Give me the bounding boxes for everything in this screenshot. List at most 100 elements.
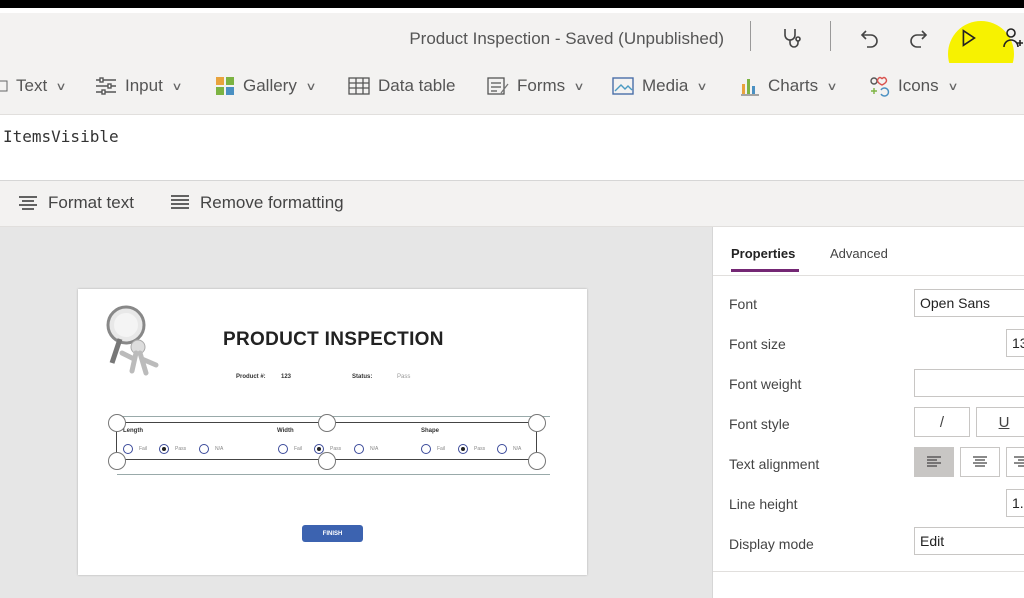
radio-label: Fail: [294, 446, 303, 452]
ribbon-forms-label: Forms: [517, 76, 566, 95]
prop-label-font-weight: Font weight: [729, 376, 802, 392]
radio-label: Fail: [139, 446, 148, 452]
ribbon-text-label: Text: [16, 76, 48, 95]
product-label: Product #:: [236, 374, 266, 380]
remove-formatting-icon: [171, 195, 189, 209]
radio-label: N/A: [215, 446, 224, 452]
align-center-icon: [973, 456, 987, 467]
underline-button[interactable]: U: [976, 407, 1024, 437]
prop-label-text-alignment: Text alignment: [729, 456, 820, 472]
status-value: Pass: [397, 374, 411, 380]
display-mode-dropdown[interactable]: Edit: [914, 527, 1024, 555]
ribbon-input-label: Input: [125, 76, 163, 95]
media-icon: [612, 77, 634, 95]
status-label: Status:: [352, 374, 373, 380]
title-bar: Product Inspection - Saved (Unpublished): [0, 13, 1024, 87]
ribbon-icons-label: Icons: [898, 76, 939, 95]
format-text-icon: [19, 196, 37, 210]
format-text-button[interactable]: Format text: [18, 193, 134, 213]
radio-shape-fail[interactable]: [421, 444, 431, 454]
canvas-area: PRODUCT INSPECTION Product #: 123 Status…: [0, 227, 712, 598]
ribbon-gallery-label: Gallery: [243, 76, 297, 95]
app-title: Product Inspection - Saved (Unpublished): [409, 29, 724, 48]
tab-advanced[interactable]: Advanced: [830, 246, 888, 261]
font-dropdown[interactable]: Open Sans: [914, 289, 1024, 317]
remove-formatting-button[interactable]: Remove formatting: [170, 193, 344, 213]
line-height-input[interactable]: 1.: [1006, 489, 1024, 517]
magnifier-robot-image: [106, 305, 159, 376]
prop-label-display-mode: Display mode: [729, 536, 814, 552]
chevron-down-icon: ∨: [696, 80, 708, 93]
align-left-icon: [927, 456, 941, 467]
ribbon-media[interactable]: Media ∨: [612, 73, 708, 99]
insert-ribbon: Text ∨ Input ∨ Gallery ∨ Data table Form…: [0, 63, 1024, 115]
chevron-down-icon: ∨: [305, 80, 317, 93]
finish-button[interactable]: FINISH: [302, 525, 363, 542]
chevron-down-icon: ∨: [826, 80, 838, 93]
radio-length-fail[interactable]: [123, 444, 133, 454]
ribbon-icons[interactable]: Icons ∨: [868, 73, 959, 99]
input-sliders-icon: [96, 77, 116, 95]
radio-length-na[interactable]: [199, 444, 209, 454]
icons-icon: [870, 76, 890, 97]
align-right-button[interactable]: [1006, 447, 1024, 477]
charts-icon: [741, 79, 759, 96]
radio-label: Pass: [474, 446, 486, 452]
font-size-input[interactable]: 13: [1006, 329, 1024, 357]
radio-shape-pass[interactable]: [458, 444, 468, 454]
italic-button[interactable]: /: [914, 407, 970, 437]
tab-properties[interactable]: Properties: [731, 246, 795, 261]
undo-icon[interactable]: [855, 23, 885, 53]
column-header-length: Length: [123, 428, 143, 434]
app-screen-preview[interactable]: PRODUCT INSPECTION Product #: 123 Status…: [78, 289, 587, 575]
redo-icon[interactable]: [903, 23, 933, 53]
play-icon[interactable]: [953, 23, 983, 53]
format-bar: Format text Remove formatting: [0, 181, 1024, 227]
ribbon-data-table-label: Data table: [378, 76, 456, 95]
resize-handle[interactable]: [108, 414, 126, 432]
inspection-title: PRODUCT INSPECTION: [223, 329, 444, 350]
chevron-down-icon: ∨: [947, 80, 959, 93]
window-top-border: [0, 0, 1024, 13]
align-left-button[interactable]: [914, 447, 954, 477]
ribbon-charts[interactable]: Charts ∨: [740, 73, 838, 99]
ribbon-gallery[interactable]: Gallery ∨: [215, 73, 317, 99]
radio-length-pass[interactable]: [159, 444, 169, 454]
text-label-icon: [0, 80, 8, 92]
divider: [713, 571, 1024, 572]
radio-label: Pass: [330, 446, 342, 452]
radio-width-fail[interactable]: [278, 444, 288, 454]
ribbon-forms[interactable]: Forms ∨: [487, 73, 585, 99]
radio-label: N/A: [513, 446, 522, 452]
radio-label: Pass: [175, 446, 187, 452]
resize-handle[interactable]: [318, 452, 336, 470]
formula-text[interactable]: ItemsVisible: [3, 127, 119, 146]
resize-handle[interactable]: [528, 452, 546, 470]
ribbon-input[interactable]: Input ∨: [95, 73, 183, 99]
divider: [713, 275, 1024, 276]
resize-handle[interactable]: [318, 414, 336, 432]
divider: [830, 21, 831, 51]
ribbon-data-table[interactable]: Data table: [348, 73, 456, 99]
gallery-icon: [216, 77, 234, 95]
radio-width-na[interactable]: [354, 444, 364, 454]
align-center-button[interactable]: [960, 447, 1000, 477]
format-text-label: Format text: [48, 193, 134, 212]
share-user-icon[interactable]: [998, 23, 1024, 53]
data-table-icon: [348, 77, 370, 95]
formula-bar[interactable]: ItemsVisible: [0, 116, 1024, 181]
remove-formatting-label: Remove formatting: [200, 193, 344, 212]
chevron-down-icon: ∨: [171, 80, 183, 93]
ribbon-text[interactable]: Text ∨: [0, 73, 67, 99]
radio-shape-na[interactable]: [497, 444, 507, 454]
font-weight-dropdown[interactable]: [914, 369, 1024, 397]
active-tab-indicator: [731, 269, 799, 272]
prop-label-font-size: Font size: [729, 336, 786, 352]
column-header-shape: Shape: [421, 428, 440, 434]
resize-handle[interactable]: [528, 414, 546, 432]
stethoscope-icon[interactable]: [776, 23, 806, 53]
chevron-down-icon: ∨: [55, 80, 67, 93]
resize-handle[interactable]: [108, 452, 126, 470]
forms-icon: [487, 77, 509, 95]
divider: [750, 21, 751, 51]
